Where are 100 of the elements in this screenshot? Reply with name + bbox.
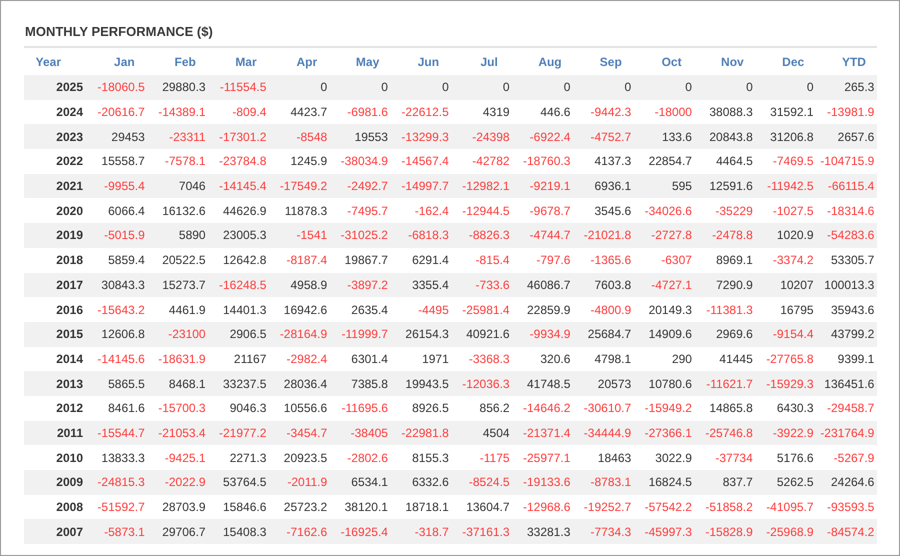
- value-cell: 4319: [452, 100, 513, 124]
- value-cell: -16925.4: [330, 519, 391, 544]
- value-cell: -20616.7: [87, 100, 148, 124]
- value-cell: -41095.7: [756, 494, 817, 520]
- value-cell: 13604.7: [452, 494, 513, 520]
- value-cell: -9425.1: [148, 445, 209, 470]
- value-cell: -3454.7: [269, 420, 330, 446]
- value-cell: 6534.1: [330, 470, 391, 495]
- value-cell: 2271.3: [208, 445, 270, 470]
- value-cell: -11999.7: [330, 322, 391, 347]
- value-cell: 20573: [573, 371, 634, 396]
- value-cell: -19133.6: [512, 470, 574, 495]
- value-cell: 2906.5: [208, 322, 270, 347]
- value-cell: 837.7: [694, 470, 756, 495]
- value-cell: 22854.7: [634, 149, 695, 174]
- value-cell: 1020.9: [756, 223, 817, 248]
- value-cell: 8969.1: [694, 248, 756, 272]
- year-cell: 2008: [24, 494, 87, 520]
- value-cell: 20522.5: [148, 248, 209, 272]
- year-cell: 2021: [24, 174, 87, 198]
- value-cell: 4461.9: [148, 297, 209, 322]
- value-cell: -815.4: [452, 248, 513, 272]
- value-cell: -12968.6: [512, 494, 574, 520]
- value-cell: -15929.3: [756, 371, 817, 396]
- value-cell: -4495: [390, 297, 452, 322]
- value-cell: 31206.8: [756, 124, 817, 150]
- year-cell: 2013: [24, 371, 87, 396]
- value-cell: -9154.4: [756, 322, 817, 347]
- value-cell: -9678.7: [512, 198, 574, 224]
- value-cell: 31592.1: [756, 100, 817, 124]
- value-cell: -24815.3: [87, 470, 148, 495]
- value-cell: -3897.2: [330, 272, 391, 298]
- value-cell: 35943.6: [816, 297, 878, 322]
- value-cell: 41445: [694, 346, 756, 372]
- value-cell: -15828.9: [694, 519, 756, 544]
- column-header: Nov: [694, 48, 756, 75]
- value-cell: -31025.2: [330, 223, 391, 248]
- value-cell: -8524.5: [452, 470, 513, 495]
- value-cell: 856.2: [452, 396, 513, 421]
- value-cell: 33237.5: [208, 371, 270, 396]
- value-cell: 595: [634, 174, 695, 198]
- value-cell: 12642.8: [208, 248, 270, 272]
- value-cell: 12591.6: [694, 174, 756, 198]
- value-cell: 7603.8: [573, 272, 634, 298]
- value-cell: -37161.3: [452, 519, 513, 544]
- value-cell: -6981.6: [330, 100, 391, 124]
- value-cell: 12606.8: [87, 322, 148, 347]
- value-cell: -21021.8: [573, 223, 634, 248]
- value-cell: 9046.3: [208, 396, 270, 421]
- value-cell: 0: [330, 75, 391, 100]
- value-cell: -11381.3: [694, 297, 756, 322]
- year-cell: 2019: [24, 223, 87, 248]
- value-cell: -12982.1: [452, 174, 513, 198]
- value-cell: -25968.9: [756, 519, 817, 544]
- value-cell: 8461.6: [87, 396, 148, 421]
- value-cell: 16132.6: [148, 198, 209, 224]
- column-header: Jun: [390, 48, 452, 75]
- value-cell: -42782: [452, 149, 513, 174]
- value-cell: 28036.4: [269, 371, 330, 396]
- value-cell: -2492.7: [330, 174, 391, 198]
- value-cell: 6301.4: [330, 346, 391, 372]
- value-cell: -11695.6: [330, 396, 391, 421]
- value-cell: 15408.3: [208, 519, 270, 544]
- value-cell: 20923.5: [269, 445, 330, 470]
- value-cell: -14997.7: [390, 174, 452, 198]
- year-cell: 2014: [24, 346, 87, 372]
- value-cell: 38120.1: [330, 494, 391, 520]
- value-cell: -1027.5: [756, 198, 817, 224]
- value-cell: -45997.3: [634, 519, 695, 544]
- value-cell: -15643.2: [87, 297, 148, 322]
- value-cell: -17301.2: [208, 124, 270, 150]
- value-cell: 4137.3: [573, 149, 634, 174]
- value-cell: 15846.6: [208, 494, 270, 520]
- value-cell: 19553: [330, 124, 391, 150]
- value-cell: -30610.7: [573, 396, 634, 421]
- value-cell: 7046: [148, 174, 209, 198]
- year-cell: 2024: [24, 100, 87, 124]
- value-cell: 0: [694, 75, 756, 100]
- value-cell: -11621.7: [694, 371, 756, 396]
- value-cell: 41748.5: [512, 371, 574, 396]
- value-cell: 0: [269, 75, 330, 100]
- column-header: Aug: [512, 48, 574, 75]
- value-cell: 0: [452, 75, 513, 100]
- value-cell: 1245.9: [269, 149, 330, 174]
- value-cell: -6307: [634, 248, 695, 272]
- value-cell: 5890: [148, 223, 209, 248]
- value-cell: 18718.1: [390, 494, 452, 520]
- value-cell: 136451.6: [816, 371, 878, 396]
- column-header: Apr: [269, 48, 330, 75]
- value-cell: -9442.3: [573, 100, 634, 124]
- value-cell: -12036.3: [452, 371, 513, 396]
- value-cell: 16824.5: [634, 470, 695, 495]
- value-cell: -4727.1: [634, 272, 695, 298]
- value-cell: -21371.4: [512, 420, 574, 446]
- value-cell: 11878.3: [269, 198, 330, 224]
- value-cell: -23100: [148, 322, 209, 347]
- value-cell: 3355.4: [390, 272, 452, 298]
- value-cell: 10207: [756, 272, 817, 298]
- value-cell: -11554.5: [208, 75, 270, 100]
- value-cell: -21053.4: [148, 420, 209, 446]
